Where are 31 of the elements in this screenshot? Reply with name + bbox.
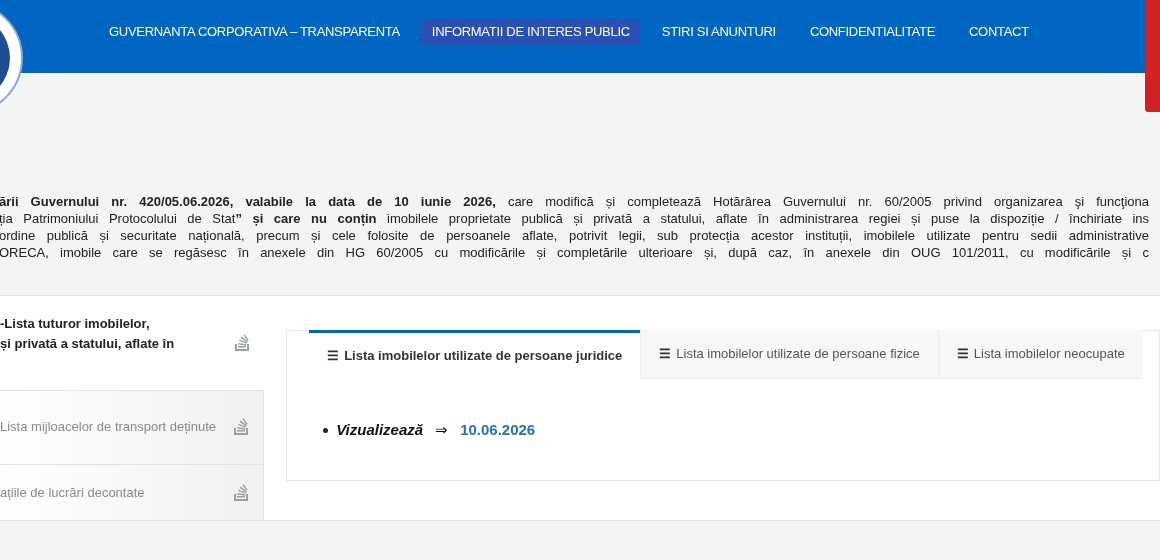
side-tab[interactable] (1145, 0, 1160, 112)
sidebar-item[interactable]: Lista mijloacelor de transport deținute (0, 389, 265, 465)
sidebar-item-text: și privată a statului, aflate în (0, 335, 175, 353)
tab-label: Lista imobilelor utilizate de persoane fizice (676, 345, 920, 364)
tab[interactable]: ☰ Lista imobilelor neocupate (937, 330, 1143, 379)
stack-icon (233, 483, 250, 502)
tab[interactable]: ☰ Lista imobilelor utilizate de persoane fizice (640, 330, 938, 379)
sidebar-item[interactable]: ațiile de lucrări decontate (0, 464, 265, 520)
tab-label: Lista imobilelor utilizate de persoane juridice (344, 347, 623, 366)
arrow-symbol: ⇒ (435, 420, 449, 440)
sidebar-item-text: ațiile de lucrări decontate (0, 483, 145, 502)
tab-label: Lista imobilelor neocupate (973, 345, 1125, 364)
nav-link[interactable]: CONFIDENTIALITATE (799, 19, 946, 45)
bullet-icon (323, 427, 329, 433)
sidebar-item-text: Lista mijloacelor de transport deținute (0, 418, 217, 437)
intro-text: ării Guvernului nr. 420/05.06.2026, valabile la data de 10 iunie 2026, care modifică și completează Hotărârea Guvernului nr. 60/2005 privind organizarea şi funcţiona (0, 193, 1149, 210)
stack-icon (233, 418, 250, 437)
intro-text: ordine publică și securitate națională, precum și cele folosite de persoanele aflate, potrivit legii, sub protecția acestor instituții, imobilele utilizate pentru sedii administrative (0, 227, 1149, 244)
intro-text: ția Patrimoniului Protocolului de Stat” și care nu conțin imobilele proprietate publică și privată a statului, aflate în administrarea regiei și puse la dispoziție / închiriate ins (0, 210, 1149, 227)
nav-link[interactable]: STIRI SI ANUNTURI (651, 19, 786, 45)
nav-link[interactable]: GUVERNANTA CORPORATIVA – TRANSPARENTA (99, 19, 410, 45)
intro-text: ORECA, imobile care se regăsesc în anexele din HG 60/2005 cu modificările și completările ulterioare și, după caz, în anexele din OUG 101/2011, cu modificările și c (0, 244, 1149, 261)
stack-icon (234, 333, 251, 352)
list-icon: ☰ (327, 346, 340, 366)
date-link[interactable]: 10.06.2026 (460, 419, 536, 442)
view-label: Vizualizează (336, 420, 424, 440)
list-icon: ☰ (956, 344, 969, 364)
list-icon: ☰ (659, 344, 672, 364)
nav-link[interactable]: INFORMATII DE INTERES PUBLIC (421, 19, 640, 45)
nav-link[interactable]: CONTACT (959, 19, 1039, 45)
sidebar-item-text: -Lista tuturor imobilelor, (0, 315, 151, 333)
